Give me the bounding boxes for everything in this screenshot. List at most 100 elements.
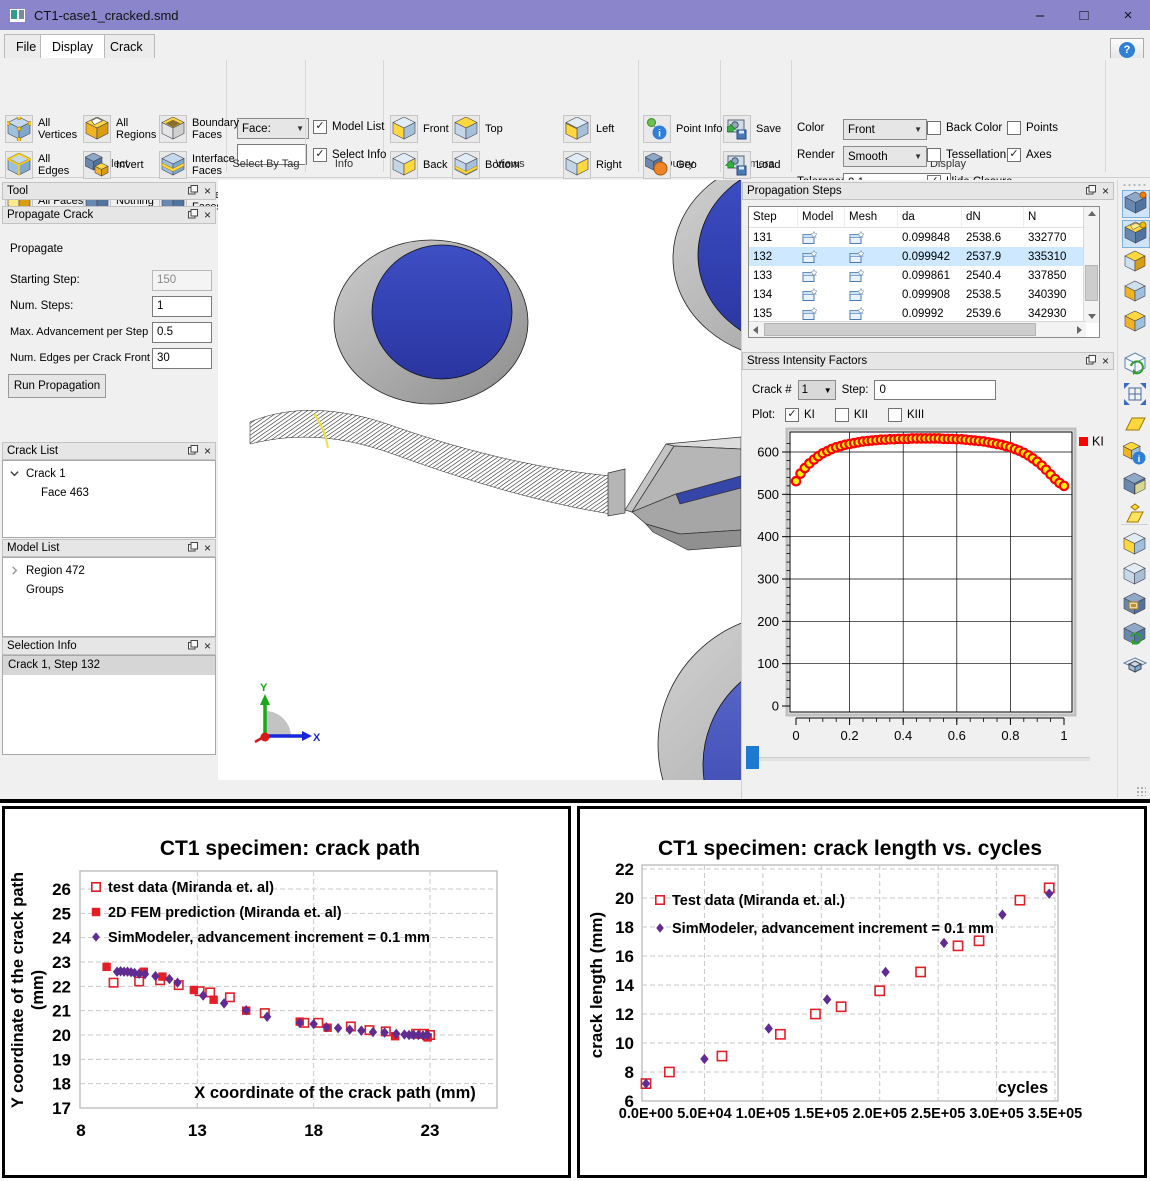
float-icon[interactable] — [1086, 185, 1096, 198]
mesh-file-icon[interactable] — [845, 247, 898, 266]
close-icon[interactable]: × — [1102, 356, 1109, 366]
resize-grip[interactable] — [1136, 786, 1146, 796]
num-steps-input[interactable]: 1 — [152, 296, 212, 317]
points-checkbox[interactable]: Points — [1007, 121, 1058, 135]
invert-button[interactable]: Invert — [82, 150, 161, 180]
close-icon[interactable]: × — [204, 543, 211, 553]
scroll-up-icon[interactable] — [1088, 211, 1096, 216]
table-row[interactable]: 1310.0998482538.6332770 — [749, 228, 1099, 247]
table-row[interactable]: 1340.0999082538.5340390 — [749, 285, 1099, 304]
propagation-steps-table[interactable]: StepModelMeshdadNN1310.0998482538.633277… — [748, 206, 1100, 338]
point-info-button[interactable]: iPoint Info — [642, 114, 727, 144]
mesh-file-icon[interactable] — [845, 228, 898, 247]
column-header-dn[interactable]: dN — [962, 207, 1024, 227]
select-info-checkbox[interactable]: ✓Select Info — [313, 148, 386, 162]
close-icon[interactable]: × — [204, 446, 211, 456]
float-icon[interactable] — [188, 542, 198, 555]
sif-step-input[interactable]: 0 — [874, 380, 996, 400]
close-icon[interactable]: × — [204, 641, 211, 651]
cracked-model-button[interactable] — [1122, 190, 1150, 218]
minimize-button[interactable]: – — [1018, 0, 1062, 30]
boundary-faces-button[interactable]: Boundary Faces — [158, 114, 251, 144]
view-front-button[interactable]: Front — [389, 114, 460, 144]
tab-display[interactable]: Display — [40, 34, 105, 58]
toolbar-grip[interactable] — [1122, 183, 1148, 187]
view-back-button[interactable]: Back — [389, 150, 460, 180]
cracked-region-button[interactable] — [1122, 220, 1150, 248]
float-icon[interactable] — [188, 209, 198, 222]
float-icon[interactable] — [188, 185, 198, 198]
model-file-icon[interactable] — [798, 285, 845, 304]
geo-button[interactable]: Geo — [642, 150, 727, 180]
color-combo[interactable]: Front▼ — [843, 119, 927, 140]
horizontal-scrollbar[interactable] — [749, 321, 1086, 337]
face-info-button[interactable]: i — [1122, 442, 1148, 468]
tessellation-checkbox[interactable]: Tessellation — [927, 148, 1006, 162]
yellow-plane-button[interactable] — [1122, 412, 1148, 438]
camera-load-button[interactable]: Load — [722, 150, 797, 180]
bottom-face-cube-button[interactable] — [1122, 310, 1148, 336]
corner-cube-button[interactable] — [1122, 250, 1148, 276]
sif-step-slider[interactable] — [742, 744, 1114, 772]
run-propagation-button[interactable]: Run Propagation — [8, 374, 106, 398]
model-viewport[interactable]: Y X — [218, 180, 741, 780]
column-header-da[interactable]: da — [898, 207, 962, 227]
table-row[interactable]: 1320.0999422537.9335310 — [749, 247, 1099, 266]
top-face-cube-button[interactable] — [1122, 280, 1148, 306]
camera-save-button[interactable]: Save — [722, 114, 797, 144]
back-color-checkbox[interactable]: Back Color — [927, 121, 1002, 135]
unfold-box-button[interactable] — [1122, 652, 1148, 678]
view-bottom-button[interactable]: Bottom — [451, 150, 532, 180]
view-right-button[interactable]: Right — [562, 150, 641, 180]
vertical-scrollbar[interactable] — [1083, 207, 1099, 323]
scroll-right-icon[interactable] — [1077, 326, 1082, 334]
box-refresh-button[interactable] — [1122, 622, 1148, 648]
mesh-file-icon[interactable] — [845, 266, 898, 285]
selection-info-row[interactable]: Crack 1, Step 132 — [3, 656, 215, 675]
plain-box-button[interactable] — [1122, 562, 1148, 588]
tab-crack[interactable]: Crack — [98, 34, 155, 58]
wireframe-refresh-button[interactable] — [1122, 352, 1148, 378]
mesh-fit-button[interactable] — [1122, 382, 1148, 408]
view-left-button[interactable]: Left — [562, 114, 641, 144]
column-header-model[interactable]: Model — [798, 207, 845, 227]
max-advancement-input[interactable]: 0.5 — [152, 322, 212, 343]
all-edges-button[interactable]: All Edges — [4, 150, 85, 180]
close-button[interactable]: × — [1106, 0, 1150, 30]
region-tree-item[interactable]: Region 472 — [9, 561, 215, 580]
yellow-face-box-button[interactable] — [1122, 532, 1148, 558]
plane-diamond-button[interactable] — [1122, 502, 1148, 528]
scrollbar-thumb[interactable] — [764, 323, 1036, 336]
float-icon[interactable] — [188, 445, 198, 458]
axes-checkbox[interactable]: ✓Axes — [1007, 148, 1052, 162]
open-box-button[interactable] — [1122, 472, 1148, 498]
column-header-n[interactable]: N — [1024, 207, 1086, 227]
maximize-button[interactable]: □ — [1062, 0, 1106, 30]
mesh-file-icon[interactable] — [845, 285, 898, 304]
view-top-button[interactable]: Top — [451, 114, 532, 144]
float-icon[interactable] — [1086, 355, 1096, 368]
model-file-icon[interactable] — [798, 266, 845, 285]
crack-tree-item[interactable]: Crack 1 — [9, 464, 215, 483]
render-combo[interactable]: Smooth▼ — [843, 146, 927, 167]
column-header-mesh[interactable]: Mesh — [845, 207, 898, 227]
column-header-step[interactable]: Step — [749, 207, 798, 227]
model-list-checkbox[interactable]: ✓Model List — [313, 120, 384, 134]
scroll-down-icon[interactable] — [1088, 314, 1096, 319]
model-file-icon[interactable] — [798, 228, 845, 247]
model-file-icon[interactable] — [798, 247, 845, 266]
nested-box-button[interactable] — [1122, 592, 1148, 618]
slider-track[interactable] — [748, 757, 1090, 761]
close-icon[interactable]: × — [204, 210, 211, 220]
close-icon[interactable]: × — [1102, 186, 1109, 196]
all-regions-button[interactable]: All Regions — [82, 114, 161, 144]
table-row[interactable]: 1330.0998612540.4337850 — [749, 266, 1099, 285]
float-icon[interactable] — [188, 640, 198, 653]
slider-handle[interactable] — [746, 746, 759, 769]
all-vertices-button[interactable]: All Vertices — [4, 114, 85, 144]
num-edges-input[interactable]: 30 — [152, 348, 212, 369]
scrollbar-thumb[interactable] — [1085, 265, 1098, 301]
crack-face-item[interactable]: Face 463 — [9, 483, 215, 502]
groups-tree-item[interactable]: Groups — [9, 580, 215, 599]
scroll-left-icon[interactable] — [753, 326, 758, 334]
